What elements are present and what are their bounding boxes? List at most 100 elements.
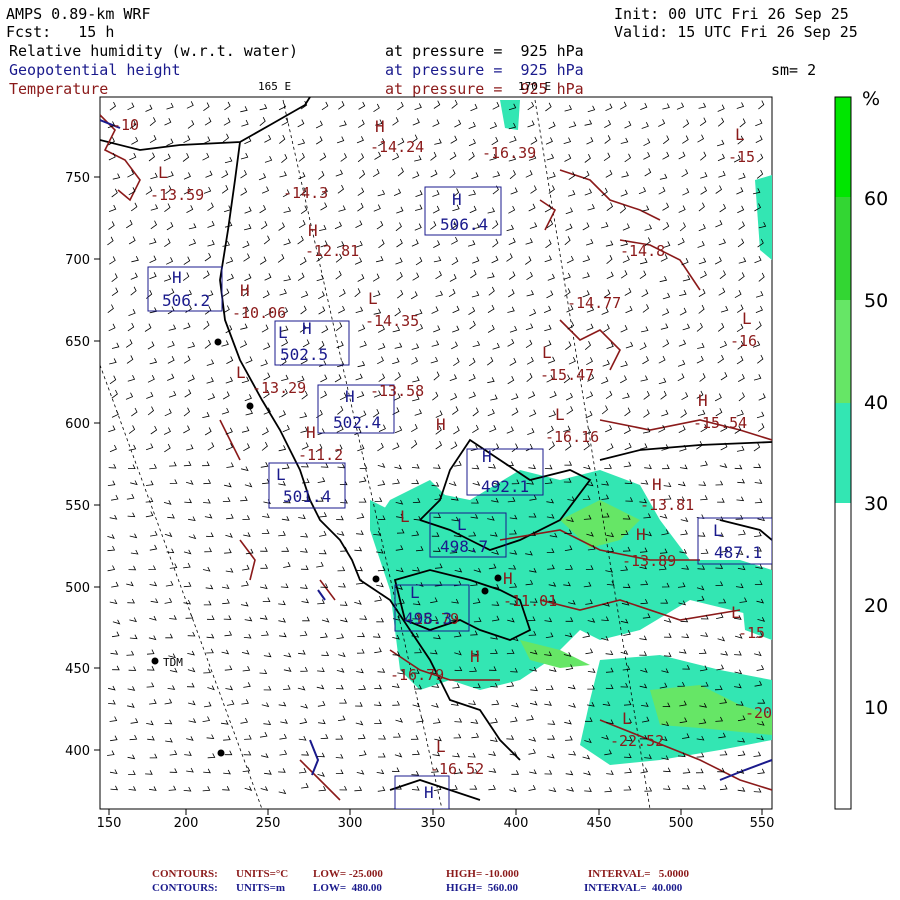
low-marker: L bbox=[735, 125, 745, 144]
high-marker: H bbox=[308, 221, 318, 240]
height-label: 506.4 bbox=[440, 215, 488, 234]
temperature-label: -14.3 bbox=[283, 184, 328, 202]
x-tick-label: 200 bbox=[174, 816, 199, 831]
legend-label-30: 30 bbox=[864, 493, 889, 515]
temperature-label: -14.77 bbox=[567, 294, 621, 312]
low-marker: L bbox=[622, 709, 632, 728]
low-marker: L bbox=[278, 323, 288, 342]
legend-label-60: 60 bbox=[864, 188, 889, 210]
temperature-label: -16 bbox=[730, 332, 757, 350]
y-tick-label: 450 bbox=[65, 662, 90, 677]
temperature-label: -10.06 bbox=[232, 304, 286, 322]
temperature-label: -15 bbox=[728, 148, 755, 166]
temperature-label: -14.35 bbox=[365, 312, 419, 330]
footer-temp-low: LOW= -25.000 bbox=[313, 868, 383, 880]
low-marker: L bbox=[236, 363, 246, 382]
x-tick-label: 300 bbox=[338, 816, 363, 831]
footer-height-low: LOW= 480.00 bbox=[313, 882, 382, 894]
footer-height-high: HIGH= 560.00 bbox=[446, 882, 518, 894]
height-label: 487.1 bbox=[714, 543, 762, 562]
high-marker: H bbox=[470, 647, 480, 666]
y-tick-label: 600 bbox=[65, 417, 90, 432]
temperature-label: -12.81 bbox=[305, 242, 359, 260]
x-tick-label: 350 bbox=[421, 816, 446, 831]
low-marker: L bbox=[555, 405, 565, 424]
low-marker: L bbox=[400, 507, 410, 526]
x-tick-label: 150 bbox=[97, 816, 122, 831]
height-label: 506.2 bbox=[162, 291, 210, 310]
temperature-label: -20 bbox=[745, 704, 772, 722]
y-tick-label: 750 bbox=[65, 171, 90, 186]
temperature-label: -10 bbox=[112, 116, 139, 134]
low-marker: L bbox=[276, 465, 286, 484]
temperature-label: -16.79 bbox=[390, 666, 444, 684]
low-marker: L bbox=[436, 737, 446, 756]
temperature-label: -13.59 bbox=[150, 186, 204, 204]
x-tick-label: 500 bbox=[669, 816, 694, 831]
temperature-label: -16.39 bbox=[482, 144, 536, 162]
height-label: 492.1 bbox=[481, 477, 529, 496]
low-marker: L bbox=[542, 343, 552, 362]
height-label: 498.7 bbox=[440, 537, 488, 556]
height-label: 498.3 bbox=[404, 609, 452, 628]
legend-label-40: 40 bbox=[864, 392, 889, 414]
footer-temp-high: HIGH= -10.000 bbox=[446, 868, 519, 880]
high-marker: H bbox=[698, 391, 708, 410]
temperature-label: -13.58 bbox=[370, 382, 424, 400]
x-tick-label: 400 bbox=[504, 816, 529, 831]
footer-temp-contours: CONTOURS: bbox=[152, 868, 218, 880]
high-marker: H bbox=[482, 447, 492, 466]
low-marker: L bbox=[713, 521, 723, 540]
low-marker: L bbox=[410, 583, 420, 602]
high-marker: H bbox=[652, 475, 662, 494]
temperature-label: -14.24 bbox=[370, 138, 424, 156]
y-tick-label: 500 bbox=[65, 581, 90, 596]
footer-height-contours: CONTOURS: bbox=[152, 882, 218, 894]
high-marker: H bbox=[424, 783, 434, 802]
temperature-label: -15 bbox=[738, 624, 765, 642]
temperature-label: -15.47 bbox=[540, 366, 594, 384]
temperature-label: -16.52 bbox=[430, 760, 484, 778]
temperature-label: -14.8 bbox=[620, 242, 665, 260]
high-marker: H bbox=[240, 281, 250, 300]
low-marker: L bbox=[158, 163, 168, 182]
y-tick-label: 550 bbox=[65, 499, 90, 514]
x-tick-label: 550 bbox=[750, 816, 775, 831]
x-tick-label: 450 bbox=[587, 816, 612, 831]
legend-label-10: 10 bbox=[864, 697, 889, 719]
x-axis: 150 200 250 300 350 400 450 500 550 bbox=[97, 809, 775, 831]
legend-label-20: 20 bbox=[864, 595, 889, 617]
low-marker: L bbox=[731, 603, 741, 622]
footer-height-units: UNITS=m bbox=[236, 882, 286, 894]
height-label: 502.4 bbox=[333, 413, 381, 432]
footer-temp-interval: INTERVAL= 5.0000 bbox=[588, 868, 690, 880]
high-marker: H bbox=[172, 268, 182, 287]
high-marker: H bbox=[503, 569, 513, 588]
temperature-label: -13.81 bbox=[640, 496, 694, 514]
high-marker: H bbox=[306, 423, 316, 442]
height-label: 501.4 bbox=[283, 487, 331, 506]
legend-unit: % bbox=[862, 88, 881, 110]
temperature-label: -15.54 bbox=[693, 414, 747, 432]
high-marker: H bbox=[345, 387, 355, 406]
y-axis: 750 700 650 600 550 500 450 400 bbox=[65, 171, 100, 759]
temperature-label: -16.16 bbox=[545, 428, 599, 446]
high-marker: H bbox=[302, 319, 312, 338]
temperature-label: -13.89 bbox=[622, 552, 676, 570]
high-marker: H bbox=[375, 117, 385, 136]
low-marker: L bbox=[742, 309, 752, 328]
high-marker: H bbox=[452, 190, 462, 209]
footer-temp-units: UNITS=°C bbox=[236, 868, 289, 880]
temperature-label: -11.01 bbox=[503, 592, 557, 610]
humidity-legend bbox=[834, 96, 852, 810]
y-tick-label: 650 bbox=[65, 335, 90, 350]
legend-label-50: 50 bbox=[864, 290, 889, 312]
low-marker: L bbox=[457, 515, 467, 534]
x-tick-label: 250 bbox=[256, 816, 281, 831]
y-tick-label: 400 bbox=[65, 744, 90, 759]
height-label: 502.5 bbox=[280, 345, 328, 364]
high-marker: H bbox=[436, 415, 446, 434]
footer-height-interval: INTERVAL= 40.000 bbox=[584, 882, 683, 894]
station-label-tdm: TDM bbox=[163, 656, 183, 669]
temperature-label: -11.2 bbox=[298, 446, 343, 464]
